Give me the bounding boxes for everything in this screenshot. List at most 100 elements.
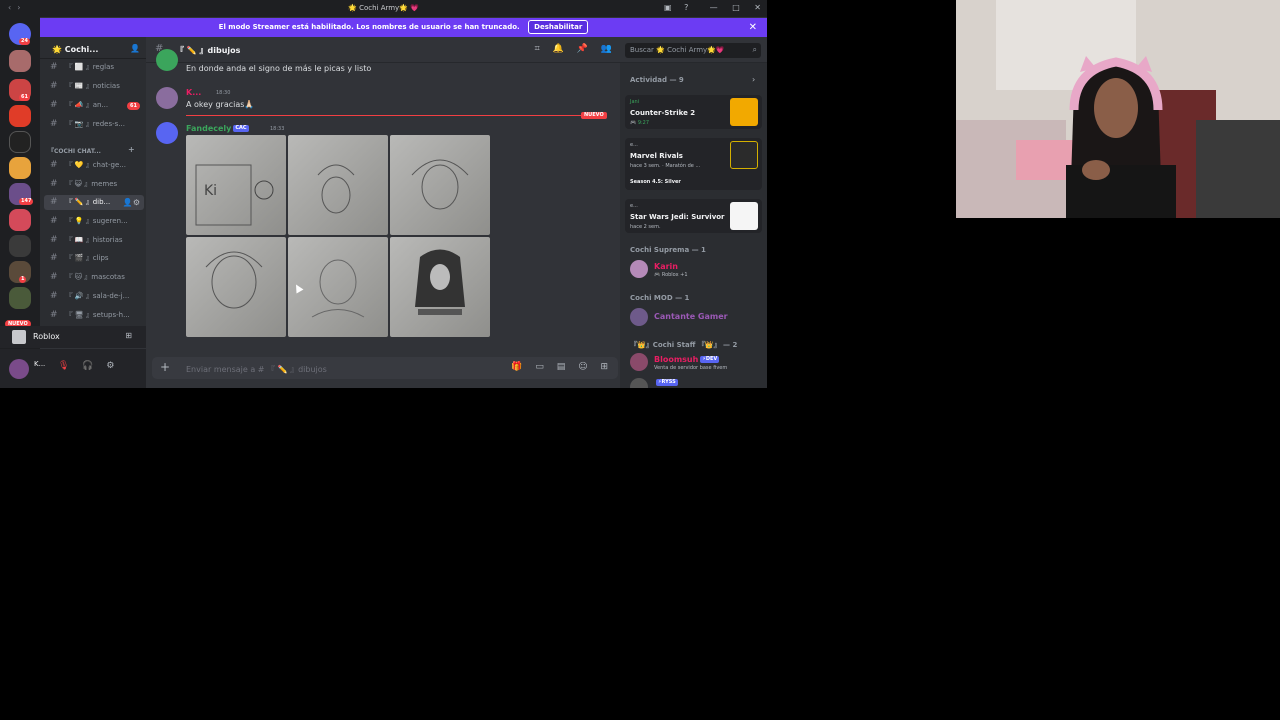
channel-label: 『 ⬜ 』reglas [65, 63, 115, 71]
hash-icon: # [50, 100, 58, 110]
search-icon: ⌕ [752, 45, 757, 54]
pin-icon[interactable]: 📌 [577, 44, 588, 54]
channel-item[interactable]: # 『 🐱 』mascotas [44, 270, 144, 285]
channel-item[interactable]: # 『 📣 』an... 61 [44, 98, 144, 113]
add-attachment-icon[interactable]: + [160, 360, 170, 374]
member-status: Venta de servidor base fivem [654, 365, 728, 371]
minimize-button[interactable]: — [710, 3, 718, 12]
activity-card[interactable]: e... Marvel Rivals hace 3 sem. · Maratón… [625, 138, 762, 190]
threads-icon[interactable]: ⌗ [535, 44, 540, 54]
channel-item[interactable]: # 『 🖥 』setups-h... [44, 308, 144, 323]
avatar[interactable] [156, 49, 178, 71]
avatar [630, 378, 648, 388]
chevron-right-icon[interactable]: › [752, 75, 755, 84]
message-author[interactable]: K... [186, 88, 201, 97]
activity-card[interactable]: e... Star Wars Jedi: Survivor hace 2 sem… [625, 199, 762, 233]
server-icon[interactable] [9, 105, 31, 127]
channel-item[interactable]: # 『 💡 』sugeren... [44, 214, 144, 229]
channel-item[interactable]: # 『 😺 』memes [44, 177, 144, 192]
disable-streamer-button[interactable]: Deshabilitar [528, 20, 589, 34]
help-icon[interactable]: ? [684, 3, 688, 12]
server-header[interactable]: 🌟 Cochi... 👤 [40, 37, 146, 59]
gift-icon[interactable]: 🎁 [511, 362, 522, 372]
window-title: 🌟 Cochi Army🌟 💗 [348, 4, 419, 12]
sticker-icon[interactable]: ▤ [557, 362, 566, 372]
channel-item[interactable]: # 『 📷 』redes-s... [44, 117, 144, 132]
drawing-image[interactable] [390, 135, 490, 235]
message-author[interactable]: Fandecely CAC [186, 124, 249, 133]
member-name: Karin [654, 262, 678, 271]
channel-item-active[interactable]: # 『 ✏️ 』dib... 👤⚙ [44, 195, 144, 210]
server-icon[interactable] [9, 287, 31, 309]
activity-settings-icon[interactable]: ⊞ [125, 331, 132, 340]
server-icon[interactable] [9, 157, 31, 179]
activity-detail: 🎮 9:27 [630, 120, 650, 126]
server-name: 🌟 Cochi... [52, 45, 99, 54]
avatar[interactable] [156, 87, 178, 109]
member-item[interactable]: Cantante Gamer [630, 308, 765, 330]
guild-tag: CAC [233, 125, 249, 132]
category-header[interactable]: 『COCHI CHAT... + [48, 145, 135, 155]
channel-item[interactable]: # 『 🎬 』clips [44, 251, 144, 266]
streamer-mode-banner: El modo Streamer está habilitado. Los no… [40, 18, 767, 37]
members-icon[interactable]: 👥 [601, 44, 612, 54]
member-item[interactable]: Bloomsuh ⚡DEV Venta de servidor base five… [630, 353, 765, 375]
search-input[interactable]: Buscar 🌟 Cochi Army🌟💗 ⌕ [625, 43, 761, 58]
add-channel-icon[interactable]: + [128, 145, 135, 154]
hash-icon: # [50, 216, 58, 226]
avatar[interactable] [156, 122, 178, 144]
activity-user: e... [630, 142, 638, 148]
member-name: Bloomsuh ⚡DEV [654, 355, 720, 364]
server-icon[interactable] [9, 131, 31, 153]
hash-icon: # [50, 253, 58, 263]
role-tag: ⚡DEV [700, 356, 720, 363]
member-list: Actividad — 9 › Jani Counter-Strike 2 🎮 … [620, 63, 767, 388]
role-header: Cochi MOD — 1 [630, 294, 690, 302]
channel-item[interactable]: # 『 🔊 』sala-de-j... [44, 289, 144, 304]
message-composer[interactable]: + Enviar mensaje a # 『 ✏️ 』dibujos 🎁 ▭ ▤… [152, 357, 618, 379]
close-banner-icon[interactable]: ✕ [749, 18, 757, 37]
close-window-button[interactable]: ✕ [754, 3, 761, 12]
hash-icon: # [50, 272, 58, 282]
hash-icon: # [50, 291, 58, 301]
username: K... [34, 360, 46, 368]
member-item[interactable]: ⚡RYSS [630, 378, 765, 388]
composer-placeholder: Enviar mensaje a # 『 ✏️ 』dibujos [186, 365, 327, 374]
hash-icon: # [50, 235, 58, 245]
server-icon[interactable] [9, 50, 31, 72]
channel-settings-icon[interactable]: 👤⚙ [123, 195, 140, 210]
activity-card[interactable]: Jani Counter-Strike 2 🎮 9:27 [625, 95, 762, 129]
channel-item[interactable]: # 『 ⬜ 』reglas [44, 60, 144, 75]
inbox-icon[interactable]: ▣ [664, 3, 672, 12]
avatar [630, 353, 648, 371]
mic-muted-icon[interactable]: 🎙 [58, 361, 69, 371]
activity-game: Counter-Strike 2 [630, 109, 696, 117]
server-icon[interactable] [9, 235, 31, 257]
image-gallery: Ki [186, 135, 490, 337]
add-member-icon[interactable]: 👤 [130, 44, 140, 53]
drawing-image[interactable] [186, 237, 286, 337]
settings-gear-icon[interactable]: ⚙ [106, 361, 114, 371]
activity-game: Star Wars Jedi: Survivor [630, 213, 725, 221]
member-item[interactable]: Karin 🎮 Roblox +1 [630, 260, 765, 282]
activity-bar[interactable]: Roblox ⊞ [0, 326, 146, 348]
drawing-image[interactable] [288, 237, 388, 337]
activity-user: Jani [630, 99, 640, 105]
channel-item[interactable]: # 『 📖 』historias [44, 233, 144, 248]
activity-header: Actividad — 9 [630, 76, 684, 84]
avatar[interactable] [9, 359, 29, 379]
drawing-image[interactable] [288, 135, 388, 235]
maximize-button[interactable]: □ [732, 3, 740, 12]
server-icon[interactable] [9, 209, 31, 231]
drawing-image[interactable]: Ki [186, 135, 286, 235]
apps-icon[interactable]: ⊞ [600, 362, 608, 372]
channel-item[interactable]: # 『 📰 』noticias [44, 79, 144, 94]
headphones-icon[interactable]: 🎧 [82, 361, 93, 371]
emoji-icon[interactable]: ☺ [578, 362, 587, 372]
channel-item[interactable]: # 『 💛 』chat-ge... [44, 158, 144, 173]
roblox-icon [12, 330, 26, 344]
bell-icon[interactable]: 🔔 [553, 44, 564, 54]
channel-title: 『 ✏️ 』dibujos [176, 46, 241, 55]
drawing-image[interactable] [390, 237, 490, 337]
gif-icon[interactable]: ▭ [535, 362, 544, 372]
